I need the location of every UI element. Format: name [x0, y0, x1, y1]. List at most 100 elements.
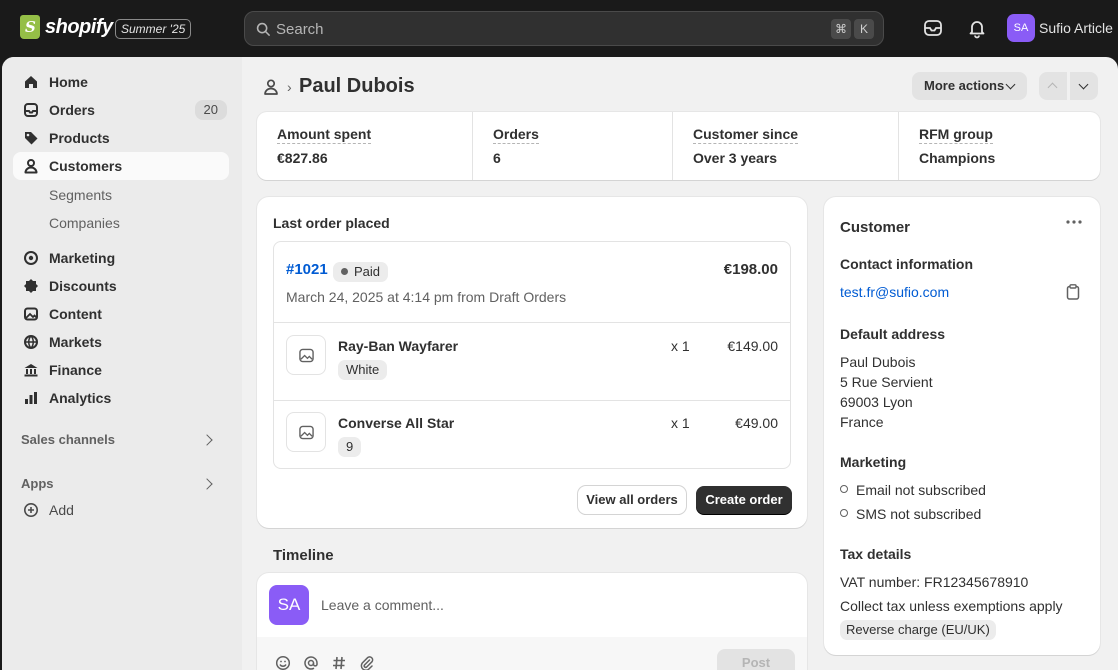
more-horizontal-icon[interactable]	[1066, 219, 1082, 225]
chevron-up-icon	[1047, 82, 1058, 93]
sidebar-item-markets[interactable]: Markets	[13, 328, 229, 356]
stat-customer-since[interactable]: Customer since Over 3 years	[673, 112, 899, 180]
payment-status-badge: Paid	[333, 262, 389, 282]
shortcut-key-cmd: ⌘	[831, 19, 851, 39]
previous-customer-button[interactable]	[1039, 72, 1067, 100]
tag-icon	[25, 132, 38, 145]
last-order-card: Last order placed #1021 Paid €198.00 Mar…	[257, 197, 807, 528]
sidebar-item-products[interactable]: Products	[13, 124, 229, 152]
bell-icon[interactable]	[966, 17, 988, 39]
discount-icon	[24, 279, 38, 293]
status-circle-icon	[840, 509, 848, 517]
chart-icon	[25, 392, 37, 404]
address-line: 5 Rue Servient	[840, 374, 933, 390]
chevron-right-icon[interactable]	[201, 434, 213, 446]
contact-information-heading: Contact information	[840, 256, 973, 272]
sidebar-item-home[interactable]: Home	[13, 68, 229, 96]
orders-icon	[24, 103, 38, 117]
address-line: France	[840, 414, 884, 430]
sidebar-item-label: Finance	[49, 362, 102, 378]
hashtag-icon[interactable]	[331, 655, 347, 670]
sidebar-item-discounts[interactable]: Discounts	[13, 272, 229, 300]
comment-toolbar: Post	[257, 637, 807, 670]
stat-value: Champions	[919, 150, 996, 166]
line-item-name[interactable]: Converse All Star	[338, 415, 454, 431]
divider	[274, 400, 790, 401]
order-number-link[interactable]: #1021	[286, 261, 328, 278]
create-order-button[interactable]: Create order	[696, 486, 792, 514]
divider	[274, 322, 790, 323]
stat-amount-spent[interactable]: Amount spent €827.86	[257, 112, 473, 180]
stat-orders[interactable]: Orders 6	[473, 112, 673, 180]
sidebar-item-marketing[interactable]: Marketing	[13, 244, 229, 272]
sidebar-item-customers[interactable]: Customers	[13, 152, 229, 180]
copy-clipboard-icon[interactable]	[1066, 284, 1080, 300]
variant-badge: 9	[338, 437, 362, 457]
chevron-down-icon	[1078, 79, 1089, 90]
sidebar-item-companies[interactable]: Companies	[49, 215, 120, 231]
address-line: Paul Dubois	[840, 354, 916, 370]
comment-input[interactable]: Leave a comment...	[321, 597, 444, 613]
attachment-icon[interactable]	[359, 655, 375, 670]
product-thumbnail[interactable]	[286, 335, 326, 375]
plus-circle-icon	[24, 503, 38, 517]
stat-label: RFM group	[919, 126, 993, 144]
sidebar-item-finance[interactable]: Finance	[13, 356, 229, 384]
post-button[interactable]: Post	[717, 649, 795, 670]
sidebar-item-label: Products	[49, 130, 110, 146]
chevron-down-icon	[1005, 79, 1016, 90]
sidebar-item-analytics[interactable]: Analytics	[13, 384, 229, 412]
comment-composer: SA Leave a comment... Post	[257, 573, 807, 670]
customer-person-icon[interactable]	[262, 78, 280, 96]
admin-frame: Home Orders 20 Products Customers Segmen…	[2, 57, 1118, 670]
product-thumbnail[interactable]	[286, 412, 326, 452]
sidebar-item-label: Analytics	[49, 390, 112, 406]
apps-heading[interactable]: Apps	[21, 476, 54, 491]
sidebar-item-label: Customers	[49, 158, 123, 174]
more-actions-button[interactable]: More actions	[912, 72, 1027, 100]
emoji-icon[interactable]	[275, 655, 291, 670]
sidebar-item-add[interactable]: Add	[13, 496, 229, 524]
avatar: SA	[269, 585, 309, 625]
email-marketing-status: Email not subscribed	[856, 482, 986, 498]
customer-card-title: Customer	[840, 219, 911, 236]
more-actions-label: More actions	[924, 78, 1005, 93]
line-item-name[interactable]: Ray-Ban Wayfarer	[338, 338, 458, 354]
sidebar-item-segments[interactable]: Segments	[49, 187, 112, 203]
orders-count-badge: 20	[194, 100, 227, 120]
stat-label: Amount spent	[277, 126, 372, 144]
customer-stats-bar: Amount spent €827.86 Orders 6 Customer s…	[257, 112, 1100, 180]
stat-value: €827.86	[277, 150, 328, 166]
stat-value: Over 3 years	[693, 150, 778, 166]
sidebar-item-orders[interactable]: Orders 20	[13, 96, 229, 124]
top-bar: shopify Summer '25 Search ⌘ K SA Sufio A…	[0, 0, 1118, 57]
globe-icon	[24, 335, 38, 349]
image-icon	[24, 307, 38, 321]
vat-number: VAT number: FR12345678910	[840, 574, 1029, 590]
store-avatar[interactable]: SA	[1007, 14, 1035, 42]
sales-channels-heading[interactable]: Sales channels	[21, 432, 115, 447]
stat-rfm-group[interactable]: RFM group Champions	[899, 112, 1100, 180]
tax-collection-rule: Collect tax unless exemptions apply	[840, 598, 1063, 614]
order-total: €198.00	[723, 261, 778, 278]
sidebar-item-label: Add	[49, 502, 74, 518]
search-input[interactable]: Search ⌘ K	[244, 11, 884, 46]
search-placeholder: Search	[276, 21, 324, 38]
variant-badge: White	[338, 360, 388, 380]
person-icon	[24, 159, 38, 174]
image-placeholder-icon	[299, 348, 314, 363]
sidebar-item-label: Orders	[49, 102, 95, 118]
next-customer-button[interactable]	[1070, 72, 1098, 100]
sms-marketing-status: SMS not subscribed	[856, 506, 982, 522]
marketing-heading: Marketing	[840, 454, 907, 470]
home-icon	[25, 76, 37, 88]
chevron-right-icon[interactable]	[201, 478, 213, 490]
customer-email-link[interactable]: test.fr@sufio.com	[840, 284, 949, 300]
inbox-icon[interactable]	[922, 17, 944, 39]
mention-icon[interactable]	[303, 655, 319, 670]
sidebar-item-content[interactable]: Content	[13, 300, 229, 328]
search-icon	[256, 22, 270, 36]
store-name[interactable]: Sufio Article	[1039, 20, 1113, 36]
shopify-logo[interactable]: shopify	[20, 15, 113, 39]
view-all-orders-button[interactable]: View all orders	[578, 486, 686, 514]
